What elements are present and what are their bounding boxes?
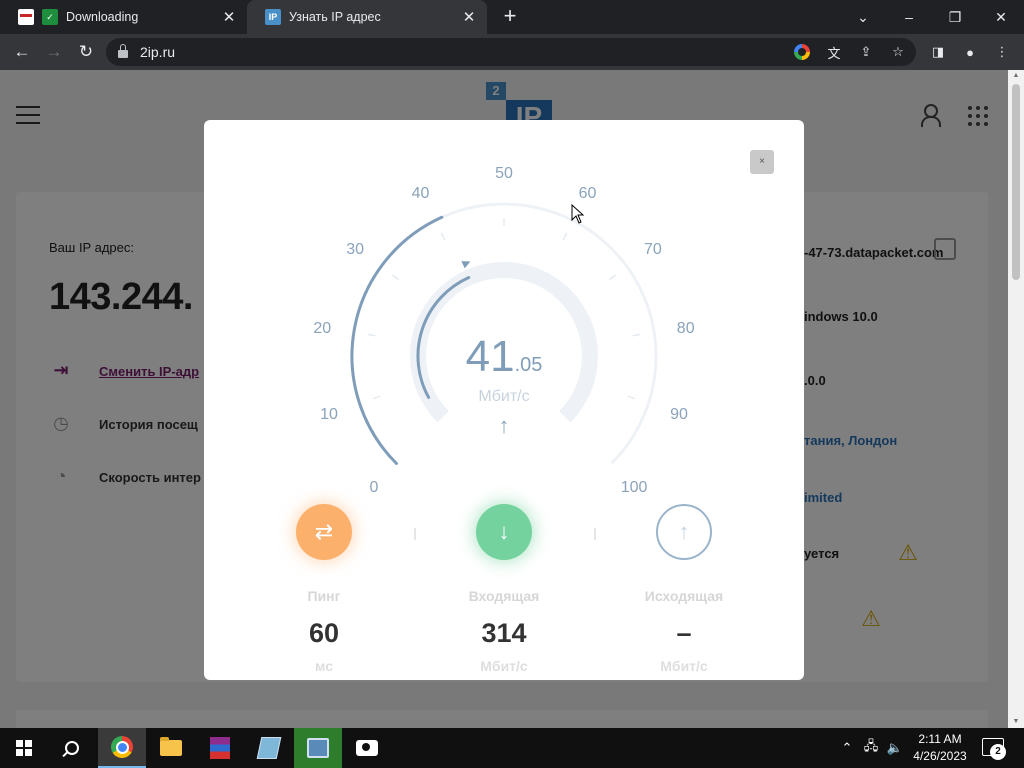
gauge-tick-label: 100 [621, 479, 648, 496]
winrar-icon [210, 737, 230, 759]
gauge-tick-label: 70 [644, 241, 662, 258]
taskbar-chrome[interactable] [98, 728, 146, 768]
taskbar-file-explorer[interactable] [147, 728, 195, 768]
tab-downloading[interactable]: ✓ Downloading ✕ [0, 0, 247, 34]
restore-button[interactable]: ❐ [932, 0, 978, 34]
address-bar: ← → ↻ 2ip.ru ⽂ ⇪ ☆ ◨ ● ⋮ [0, 34, 1024, 70]
page-content: 2 IP Ваш IP адрес: 143.244. ⇥ Сменить IP… [0, 70, 1008, 728]
document-favicon-icon [18, 9, 34, 25]
gauge-tick-mark [440, 232, 446, 241]
upload-direction-icon: ↑ [498, 413, 510, 438]
upload-label: Исходящая [644, 588, 724, 604]
close-window-button[interactable]: ✕ [978, 0, 1024, 34]
search-icon [65, 741, 79, 755]
tab-title: Downloading [66, 10, 139, 24]
ping-arrows-icon: ⇄ [296, 504, 352, 560]
tab-ip-address[interactable]: IP Узнать IP адрес ✕ [247, 0, 487, 34]
windows-taskbar: ⌃ 🖧 🔈 2:11 AM 4/26/2023 2 [0, 728, 1024, 768]
gauge-tick-label: 10 [320, 406, 338, 423]
chrome-icon [111, 736, 133, 758]
gauge-pointer [461, 261, 471, 269]
taskbar-camera[interactable] [343, 728, 391, 768]
gauge-tick-label: 30 [346, 241, 364, 258]
page-scrollbar[interactable]: ▲ ▼ [1008, 70, 1024, 728]
tab-close-icon[interactable]: ✕ [461, 8, 477, 26]
gauge-tick-labels: 0102030405060708090100 [313, 165, 694, 496]
speed-gauge: 0102030405060708090100 [313, 165, 694, 496]
gauge-tick-label: 90 [670, 406, 688, 423]
bookmark-star-icon[interactable]: ☆ [890, 44, 906, 60]
profile-icon[interactable]: ● [962, 44, 978, 60]
download-label: Входящая [468, 588, 540, 604]
speed-test-modal: × 0 10 20 30 40 50 60 70 80 90 100 41.05 Мбит/с ↑ … [204, 120, 804, 680]
clock-time: 2:11 AM [918, 732, 962, 746]
volume-icon[interactable]: 🔈 [885, 728, 905, 768]
gauge-tick-label: 60 [579, 185, 597, 202]
gauge-value-decimal: .05 [514, 354, 543, 376]
tab-search-icon[interactable]: ⌄ [840, 0, 886, 34]
kebab-menu-icon[interactable]: ⋮ [994, 44, 1010, 60]
upload-value: – [676, 618, 692, 648]
camera-icon [356, 740, 378, 756]
gauge-tick-mark [608, 274, 617, 281]
minimize-button[interactable]: – [886, 0, 932, 34]
back-arrow-icon[interactable]: ← [10, 40, 34, 64]
network-tool-icon [307, 738, 329, 758]
scroll-thumb[interactable] [1012, 84, 1020, 280]
download-arrow-icon: ↓ [476, 504, 532, 560]
scroll-down-arrow-icon[interactable]: ▼ [1012, 718, 1020, 726]
taskbar-search-button[interactable] [48, 728, 96, 768]
gauge-tick-mark [562, 232, 568, 241]
start-button[interactable] [0, 728, 48, 768]
download-unit: Мбит/с [480, 658, 528, 674]
divider [594, 528, 596, 540]
download-check-icon: ✓ [42, 9, 58, 25]
windows-logo-icon [16, 740, 32, 756]
ping-label: Пинг [307, 588, 341, 604]
notepad-icon [256, 737, 282, 759]
translate-icon[interactable]: ⽂ [826, 44, 842, 61]
gauge-tick-mark [391, 274, 400, 281]
gauge-value-integer: 41 [465, 332, 515, 381]
folder-icon [160, 737, 182, 756]
gauge-tick-label: 40 [412, 185, 430, 202]
ip-favicon: IP [265, 9, 281, 25]
clock-date: 4/26/2023 [913, 749, 967, 763]
network-icon[interactable]: 🖧 [861, 728, 881, 768]
share-icon[interactable]: ⇪ [858, 44, 874, 60]
tab-close-icon[interactable]: ✕ [221, 8, 237, 26]
lock-icon [118, 44, 128, 58]
ping-value: 60 [308, 618, 340, 648]
download-value: 314 [481, 618, 527, 648]
new-tab-button[interactable]: + [499, 5, 521, 28]
ping-unit: мс [315, 658, 333, 674]
divider [414, 528, 416, 540]
gauge-tick-label: 50 [495, 165, 513, 182]
tab-title: Узнать IP адрес [289, 10, 381, 24]
upload-unit: Мбит/с [660, 658, 708, 674]
scroll-up-arrow-icon[interactable]: ▲ [1012, 72, 1020, 80]
tray-chevron-icon[interactable]: ⌃ [838, 728, 856, 768]
taskbar-notepad[interactable] [245, 728, 293, 768]
google-lens-icon[interactable] [794, 44, 810, 60]
mouse-cursor-icon [571, 204, 585, 224]
upload-arrow-icon: ↑ [656, 504, 712, 560]
gauge-unit: Мбит/с [478, 388, 530, 405]
gauge-readout: 41.05 [204, 332, 804, 382]
url-text: 2ip.ru [140, 44, 176, 60]
taskbar-clock[interactable]: 2:11 AM 4/26/2023 [906, 731, 974, 765]
taskbar-network-tool[interactable] [294, 728, 342, 768]
side-panel-icon[interactable]: ◨ [930, 44, 946, 60]
notification-count-badge: 2 [990, 744, 1006, 760]
tab-strip: ✓ Downloading ✕ IP Узнать IP адрес ✕ + ⌄… [0, 0, 1024, 34]
taskbar-winrar[interactable] [196, 728, 244, 768]
forward-arrow-icon[interactable]: → [42, 40, 66, 64]
gauge-tick-label: 0 [369, 479, 378, 496]
reload-icon[interactable]: ↻ [74, 40, 98, 64]
